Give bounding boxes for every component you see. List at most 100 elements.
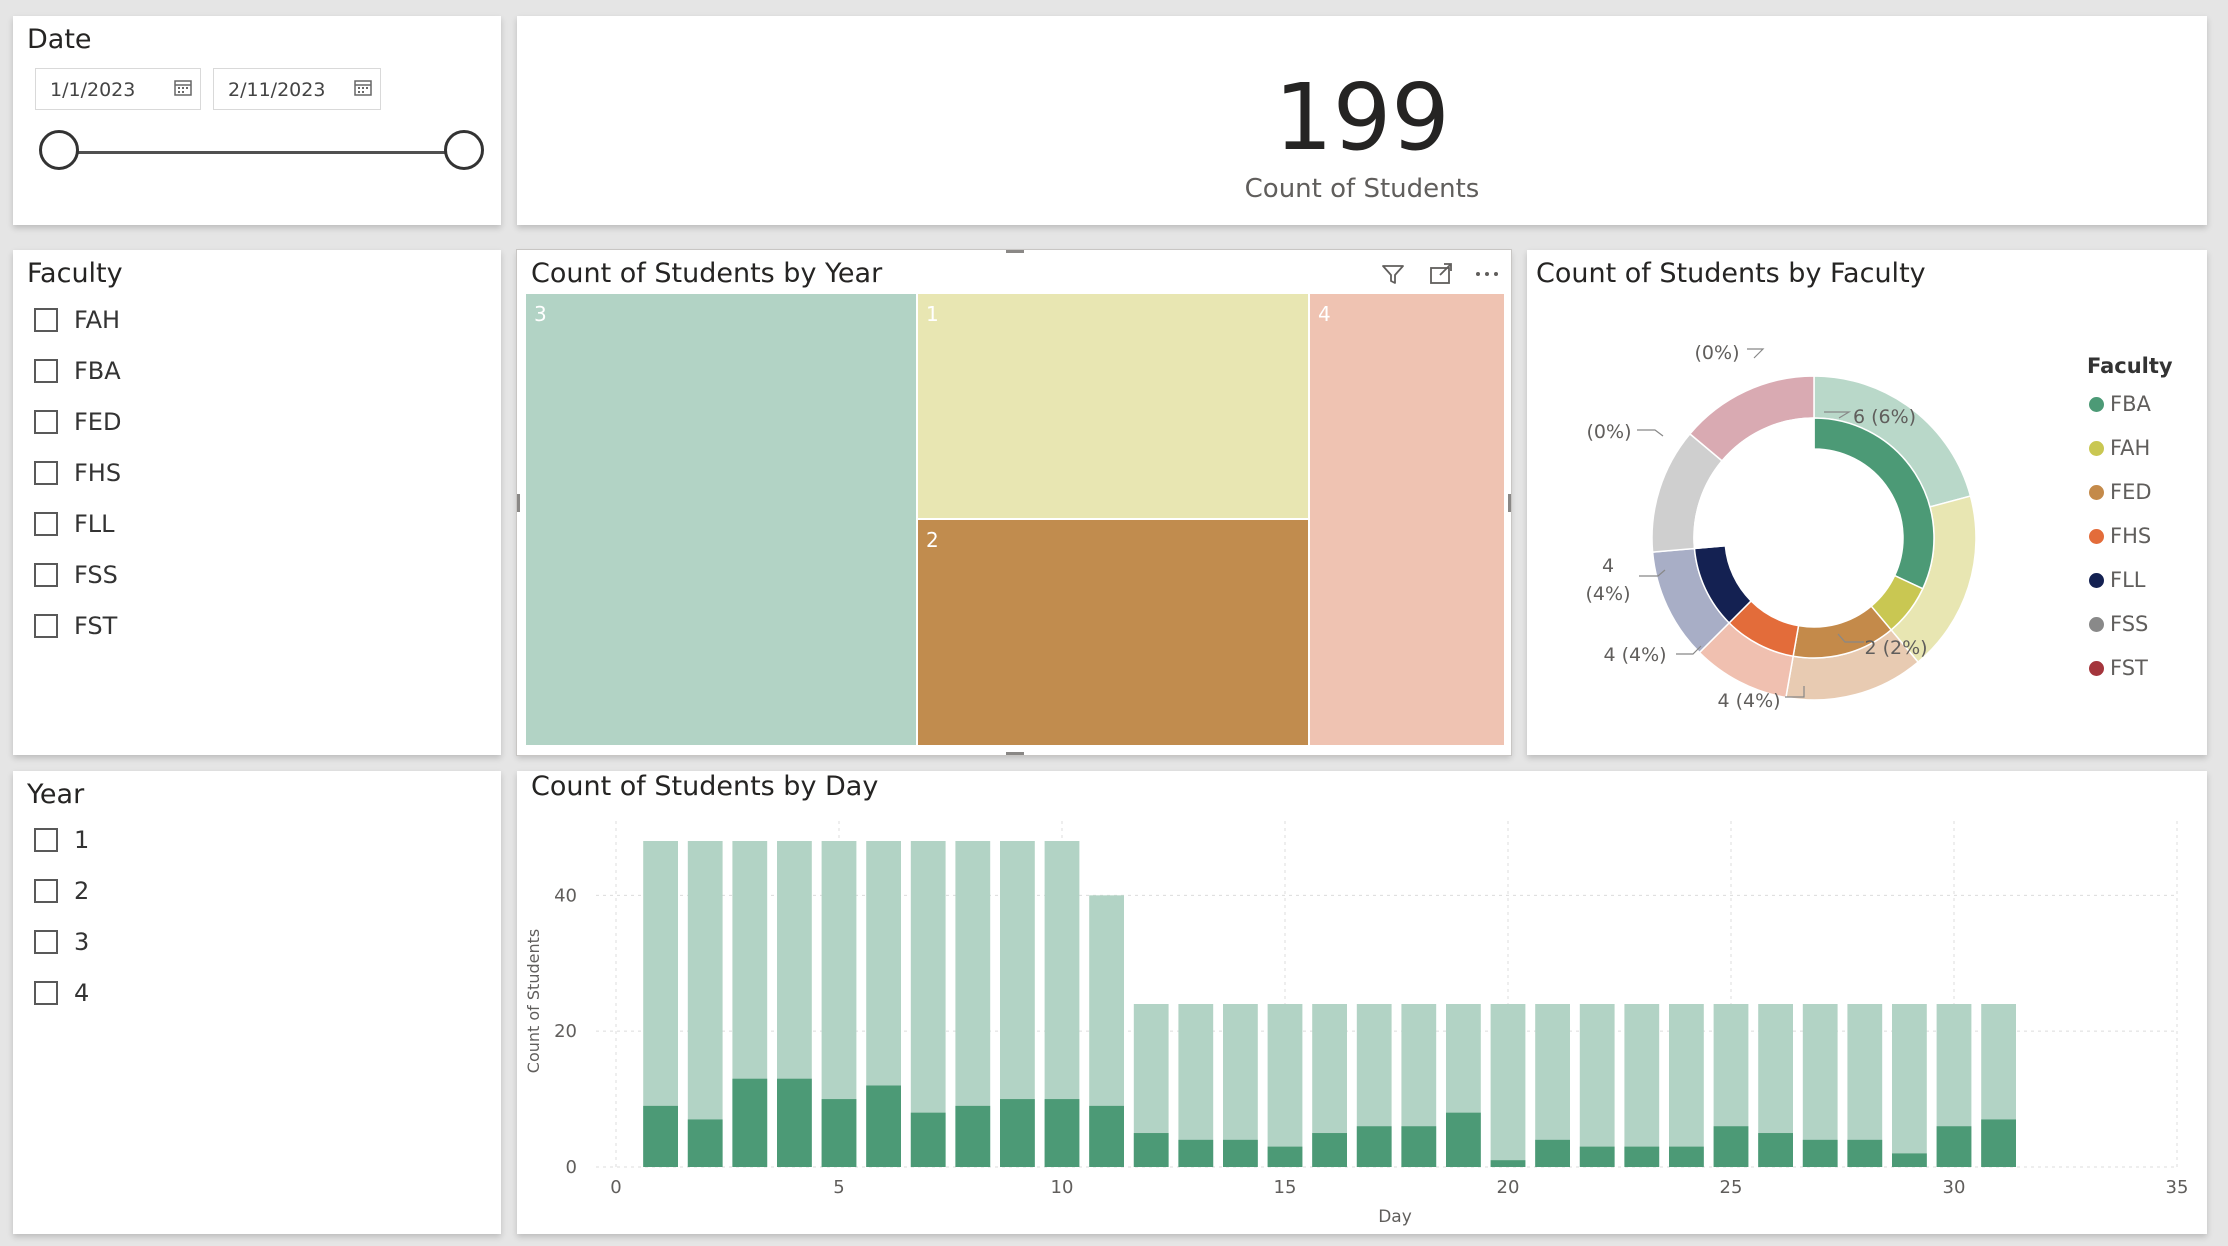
checkbox[interactable] xyxy=(34,930,58,954)
x-tick-label: 30 xyxy=(1943,1177,1966,1198)
bar-total[interactable] xyxy=(1892,1004,1927,1167)
bar-segment[interactable] xyxy=(777,1078,812,1167)
bar-segment[interactable] xyxy=(1089,1105,1124,1167)
resize-handle-top[interactable] xyxy=(1006,250,1024,253)
legend-item-fhs[interactable]: FHS xyxy=(2089,524,2151,548)
legend-item-fst[interactable]: FST xyxy=(2089,656,2148,680)
bar-total[interactable] xyxy=(1624,1004,1660,1167)
faculty-option-fed[interactable]: FED xyxy=(34,406,121,438)
start-date-value: 1/1/2023 xyxy=(50,79,136,101)
checkbox[interactable] xyxy=(34,563,58,587)
year-option-label: 4 xyxy=(74,979,90,1007)
bar-segment[interactable] xyxy=(1401,1126,1437,1167)
faculty-option-fll[interactable]: FLL xyxy=(34,508,115,540)
date-range-start-handle[interactable] xyxy=(39,130,79,170)
faculty-option-label: FHS xyxy=(74,459,122,487)
legend-item-fba[interactable]: FBA xyxy=(2089,392,2151,416)
year-option-2[interactable]: 2 xyxy=(34,875,89,907)
faculty-option-fhs[interactable]: FHS xyxy=(34,457,121,489)
checkbox[interactable] xyxy=(34,359,58,383)
bar-segment[interactable] xyxy=(866,1085,901,1168)
treemap-tile-year-1[interactable]: 1 xyxy=(917,293,1309,519)
treemap-tile-year-4[interactable]: 4 xyxy=(1309,293,1505,746)
legend-label: FST xyxy=(2110,656,2148,680)
bar-segment[interactable] xyxy=(1847,1139,1883,1167)
faculty-option-fah[interactable]: FAH xyxy=(34,304,120,336)
legend-item-fss[interactable]: FSS xyxy=(2089,612,2148,636)
more-options-icon[interactable] xyxy=(1473,260,1501,288)
legend-item-fll[interactable]: FLL xyxy=(2089,568,2145,592)
date-range-track[interactable] xyxy=(61,151,471,154)
year-option-3[interactable]: 3 xyxy=(34,926,89,958)
legend-item-fed[interactable]: FED xyxy=(2089,480,2152,504)
bar-segment[interactable] xyxy=(732,1078,768,1167)
checkbox[interactable] xyxy=(34,308,58,332)
bar-segment[interactable] xyxy=(1981,1119,2016,1167)
calendar-icon[interactable] xyxy=(354,79,372,96)
bar-chart[interactable]: 0 20 40 0 5 10 15 20 25 30 35 Count of Students Da… xyxy=(517,771,2207,1234)
bar-segment[interactable] xyxy=(643,1105,678,1167)
faculty-option-fss[interactable]: FSS xyxy=(34,559,118,591)
faculty-option-fst[interactable]: FST xyxy=(34,610,117,642)
resize-handle-left[interactable] xyxy=(517,494,520,512)
bar-total[interactable] xyxy=(1579,1004,1615,1167)
donut-card[interactable]: Count of Students by Faculty (0%) 6 (6%)… xyxy=(1527,250,2207,755)
calendar-icon[interactable] xyxy=(174,79,192,96)
bar-segment[interactable] xyxy=(1758,1133,1793,1167)
bar-segment[interactable] xyxy=(1892,1153,1927,1167)
treemap-tile-label: 2 xyxy=(926,528,939,552)
start-date-input[interactable]: 1/1/2023 xyxy=(35,68,201,110)
checkbox[interactable] xyxy=(34,879,58,903)
bar-segment[interactable] xyxy=(910,1112,946,1167)
treemap-card[interactable]: Count of Students by Year 3 1 2 4 xyxy=(516,249,1512,756)
end-date-input[interactable]: 2/11/2023 xyxy=(213,68,381,110)
checkbox[interactable] xyxy=(34,614,58,638)
checkbox[interactable] xyxy=(34,461,58,485)
legend-marker xyxy=(2089,396,2104,412)
focus-mode-icon[interactable] xyxy=(1427,260,1455,288)
kpi-label: Count of Students xyxy=(1244,174,1480,204)
faculty-option-label: FAH xyxy=(74,306,121,334)
donut-data-label: (0%) xyxy=(1695,342,1740,364)
bar-segment[interactable] xyxy=(1133,1133,1169,1167)
filter-icon[interactable] xyxy=(1379,260,1407,288)
bar-segment[interactable] xyxy=(1356,1126,1392,1167)
bar-segment[interactable] xyxy=(1579,1146,1615,1167)
bar-total[interactable] xyxy=(1669,1004,1704,1167)
checkbox[interactable] xyxy=(34,512,58,536)
bar-segment[interactable] xyxy=(1669,1146,1704,1167)
bar-total[interactable] xyxy=(1490,1004,1526,1167)
treemap-tile-year-2[interactable]: 2 xyxy=(917,519,1309,746)
bar-total[interactable] xyxy=(687,841,723,1167)
bar-segment[interactable] xyxy=(1178,1139,1214,1167)
bar-segment[interactable] xyxy=(1713,1126,1749,1167)
checkbox[interactable] xyxy=(34,981,58,1005)
checkbox[interactable] xyxy=(34,410,58,434)
bar-segment[interactable] xyxy=(1535,1139,1570,1167)
date-range-end-handle[interactable] xyxy=(444,130,484,170)
bar-segment[interactable] xyxy=(1000,1099,1035,1167)
year-option-1[interactable]: 1 xyxy=(34,824,89,856)
bar-segment[interactable] xyxy=(1802,1139,1838,1167)
bar-segment[interactable] xyxy=(1312,1133,1347,1167)
checkbox[interactable] xyxy=(34,828,58,852)
bar-segment[interactable] xyxy=(1490,1160,1526,1167)
resize-handle-bottom[interactable] xyxy=(1006,752,1024,755)
faculty-option-fba[interactable]: FBA xyxy=(34,355,121,387)
resize-handle-right[interactable] xyxy=(1508,494,1511,512)
treemap-tile-year-3[interactable]: 3 xyxy=(525,293,917,746)
bar-segment[interactable] xyxy=(1936,1126,1972,1167)
bar-total[interactable] xyxy=(1267,1004,1303,1167)
legend-item-fah[interactable]: FAH xyxy=(2089,436,2150,460)
bar-segment[interactable] xyxy=(1624,1146,1660,1167)
bar-segment[interactable] xyxy=(1044,1099,1080,1167)
bar-segment[interactable] xyxy=(821,1099,857,1167)
bar-segment[interactable] xyxy=(687,1119,723,1167)
bar-chart-card[interactable]: Count of Students by Day 0 20 40 0 5 10 15 20 25… xyxy=(517,771,2207,1234)
bar-segment[interactable] xyxy=(1267,1146,1303,1167)
bar-segment[interactable] xyxy=(1223,1139,1258,1167)
faculty-option-label: FST xyxy=(74,612,118,640)
year-option-4[interactable]: 4 xyxy=(34,977,89,1009)
bar-segment[interactable] xyxy=(955,1105,991,1167)
bar-segment[interactable] xyxy=(1446,1112,1481,1167)
